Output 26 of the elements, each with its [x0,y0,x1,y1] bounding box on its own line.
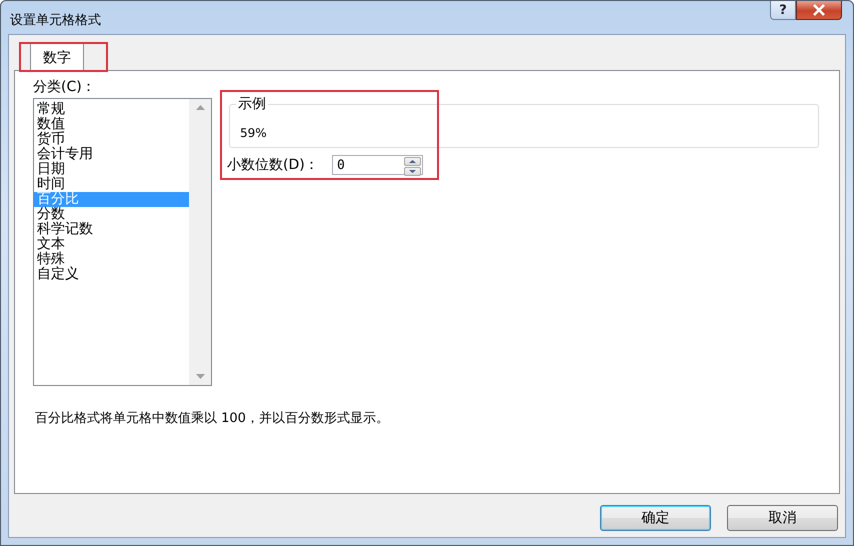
close-button[interactable] [796,1,842,20]
description-text: 百分比格式将单元格中数值乘以 100，并以百分数形式显示。 [35,410,390,427]
list-item[interactable]: 时间 [34,177,189,192]
list-item[interactable]: 科学记数 [34,222,189,237]
help-button[interactable]: ? [770,1,796,20]
list-item[interactable]: 文本 [34,237,189,252]
list-item[interactable]: 特殊 [34,252,189,267]
close-icon [812,4,826,16]
list-item[interactable]: 日期 [34,162,189,177]
list-item[interactable]: 会计专用 [34,147,189,162]
list-item[interactable]: 分数 [34,207,189,222]
category-list[interactable]: 常规 数值 货币 会计专用 日期 时间 百分比 分数 科学记数 文本 特殊 自定义 [33,98,212,386]
list-item[interactable]: 常规 [34,102,189,117]
category-label: 分类(C)： [33,80,97,95]
cancel-button[interactable]: 取消 [727,505,838,531]
increment-icon[interactable] [404,157,421,166]
list-item[interactable]: 自定义 [34,267,189,282]
decimal-places-label: 小数位数(D)： [227,156,320,174]
list-item[interactable]: 数值 [34,117,189,132]
list-item[interactable]: 货币 [34,132,189,147]
ok-button[interactable]: 确定 [600,505,711,531]
sample-legend: 示例 [236,97,268,112]
decrement-icon[interactable] [404,167,421,176]
sample-value: 59% [240,126,267,140]
window-title: 设置单元格格式 [10,12,101,29]
tab[interactable]: 数字 [30,43,84,71]
